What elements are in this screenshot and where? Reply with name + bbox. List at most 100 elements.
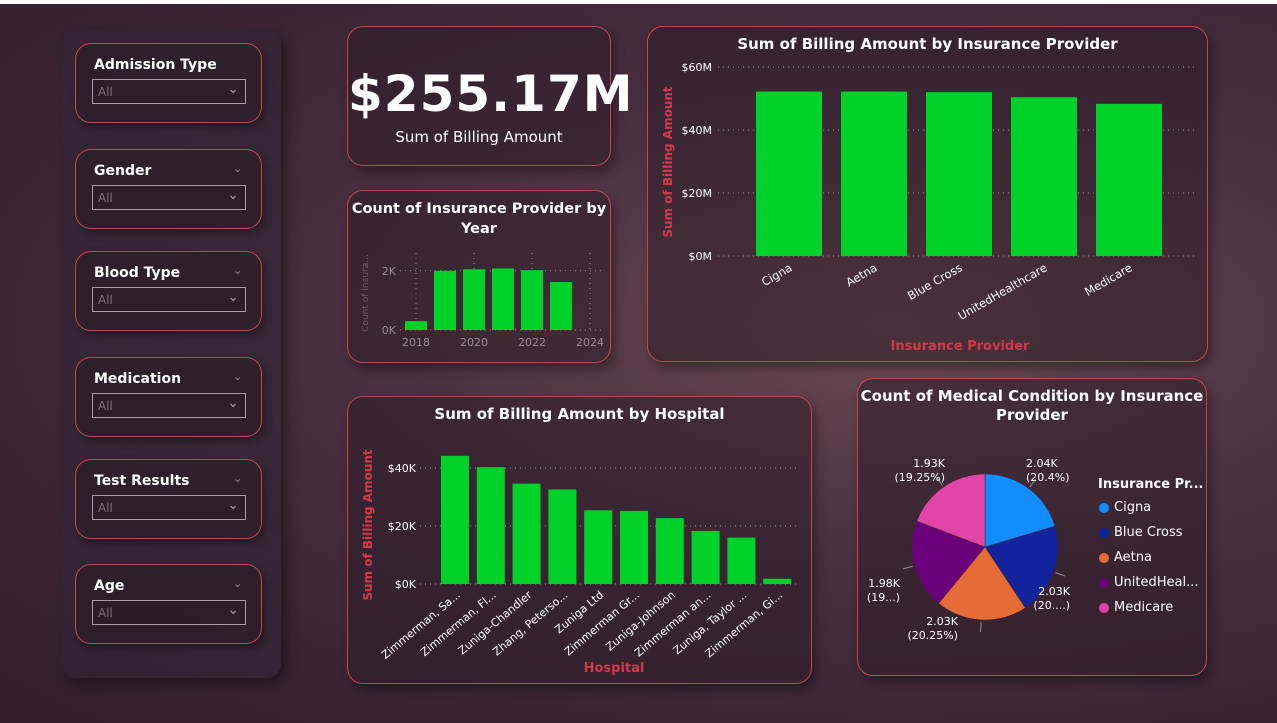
chevron-down-icon[interactable]: ⌄	[233, 472, 243, 485]
y-tick-label: $60M	[682, 61, 713, 74]
legend-label: Cigna	[1114, 500, 1152, 515]
y-tick-label: $0M	[689, 250, 713, 263]
pie-chart-card[interactable]: Count of Medical Condition by Insurance …	[857, 378, 1207, 676]
bar-2020	[463, 269, 485, 330]
slicer-age[interactable]: Age ⌄ All ⌄	[75, 564, 262, 644]
bar-hospital-7	[691, 530, 720, 584]
legend-marker	[1099, 552, 1109, 563]
insurance-chart: $0M $20M $40M $60M Cigna Aetna Blue CrossUnite…	[661, 61, 1196, 354]
slicer-dropdown[interactable]: All ⌄	[92, 393, 246, 418]
slicer-dropdown[interactable]: All ⌄	[92, 79, 246, 104]
kpi-label: Sum of Billing Amount	[395, 128, 563, 146]
slicer-label: Blood Type	[94, 265, 181, 281]
y-axis-title: Count of Insura...	[361, 254, 371, 332]
bar-2021	[492, 268, 514, 330]
slicer-dropdown[interactable]: All ⌄	[92, 600, 246, 625]
slicer-value: All	[98, 191, 113, 205]
bar-hospital-6	[655, 518, 684, 584]
bar-2022	[521, 270, 543, 330]
chevron-down-icon: ⌄	[227, 187, 239, 203]
kpi-card[interactable]: $255.17M Sum of Billing Amount	[347, 26, 633, 166]
slicer-dropdown[interactable]: All ⌄	[92, 287, 246, 312]
slicer-dropdown[interactable]: All ⌄	[92, 185, 246, 210]
chevron-down-icon: ⌄	[227, 395, 239, 411]
y-tick-label: $20K	[388, 520, 417, 533]
y-tick-label: $20M	[682, 187, 713, 200]
slicer-value: All	[98, 85, 113, 99]
slicer-blood-type[interactable]: Blood Type ⌄ All ⌄	[75, 251, 262, 331]
bar-aetna	[841, 91, 907, 256]
pie-leader-line	[1055, 572, 1066, 577]
year-chart: 0K 2K 2018 2020 2022 2024 Count of Insura...	[361, 253, 604, 349]
chevron-down-icon: ⌄	[227, 602, 239, 618]
x-axis-title: Insurance Provider	[891, 339, 1030, 354]
x-tick-label: Medicare	[1082, 260, 1134, 298]
bar-2023	[550, 282, 572, 330]
legend-marker	[1099, 602, 1109, 613]
legend-marker	[1099, 502, 1109, 513]
pie-data-label: 2.03K	[1038, 585, 1070, 598]
legend-item[interactable]: UnitedHeal...	[1099, 575, 1198, 590]
year-chart-card[interactable]: Count of Insurance Provider by Year 0K 2K…	[347, 190, 611, 363]
legend-item[interactable]: Medicare	[1099, 600, 1173, 615]
insurance-chart-card[interactable]: Sum of Billing Amount by Insurance Provi…	[647, 26, 1208, 362]
x-tick-label: Blue Cross	[905, 260, 965, 302]
slicer-label: Admission Type	[94, 57, 217, 73]
slicer-dropdown[interactable]: All ⌄	[92, 495, 246, 520]
chevron-down-icon[interactable]: ⌄	[233, 264, 243, 277]
legend-label: Medicare	[1114, 600, 1174, 615]
y-axis-title: Sum of Billing Amount	[661, 86, 675, 238]
chevron-down-icon: ⌄	[227, 289, 239, 305]
slicer-label: Test Results	[94, 473, 190, 489]
x-axis-title: Hospital	[584, 661, 645, 676]
slicer-gender[interactable]: Gender ⌄ All ⌄	[75, 149, 262, 229]
y-tick-label: $40M	[682, 124, 713, 137]
x-tick-label: UnitedHealthcare	[955, 260, 1049, 322]
bar-hospital-3	[548, 489, 577, 584]
pie-leader-line	[902, 565, 913, 570]
bar-hospital-5	[620, 510, 648, 584]
y-tick-label: 2K	[382, 265, 397, 278]
hospital-chart: $0K$20K$40KZimmerman, Sa...Zimmerman, Fl…	[361, 449, 800, 676]
chevron-down-icon: ⌄	[227, 497, 239, 513]
slicer-label: Medication	[94, 371, 182, 387]
slicer-value: All	[98, 399, 113, 413]
slicer-medication[interactable]: Medication ⌄ All ⌄	[75, 357, 262, 437]
x-tick-label: 2022	[518, 336, 546, 349]
bar-hospital-2	[512, 483, 541, 584]
bar-cigna	[756, 91, 822, 256]
x-tick-label: Cigna	[759, 260, 794, 289]
slicer-value: All	[98, 501, 113, 515]
x-tick-label: 2024	[576, 336, 604, 349]
pie-data-label-percent: (19...)	[867, 591, 900, 604]
pie-data-label-percent: (20.4%)	[1026, 471, 1070, 484]
legend-marker	[1099, 527, 1109, 538]
slicer-value: All	[98, 293, 113, 307]
chevron-down-icon[interactable]: ⌄	[233, 162, 243, 175]
legend-item[interactable]: Blue Cross	[1099, 525, 1183, 540]
pie-data-label: 1.93K	[913, 457, 945, 470]
chevron-down-icon[interactable]: ⌄	[233, 370, 243, 383]
bar-hospital-8	[727, 537, 756, 584]
slicer-admission-type[interactable]: Admission Type All ⌄	[75, 43, 262, 123]
legend-item[interactable]: Aetna	[1099, 550, 1152, 565]
legend-item[interactable]: Cigna	[1099, 500, 1151, 515]
top-strip	[0, 0, 1277, 4]
pie-legend-title: Insurance Pr...	[1098, 477, 1204, 492]
slicer-value: All	[98, 606, 113, 620]
chevron-down-icon[interactable]: ⌄	[233, 577, 243, 590]
bar-medicare	[1096, 103, 1162, 256]
bar-hospital-1	[476, 467, 505, 584]
pie-data-label-percent: (19.25%)	[894, 471, 945, 484]
slicer-label: Age	[94, 578, 125, 594]
hospital-chart-card[interactable]: Sum of Billing Amount by Hospital $0K $20…	[347, 396, 812, 684]
slicer-label: Gender	[94, 163, 152, 179]
chevron-down-icon: ⌄	[227, 81, 239, 97]
bar-unitedhealthcare	[1011, 97, 1077, 257]
legend-label: Aetna	[1114, 550, 1152, 565]
slicer-test-results[interactable]: Test Results ⌄ All ⌄	[75, 459, 262, 539]
y-axis-title: Sum of Billing Amount	[361, 449, 375, 601]
x-tick-label: 2020	[460, 336, 488, 349]
pie-leader-line	[980, 621, 982, 632]
bar-hospital-9	[763, 578, 792, 584]
